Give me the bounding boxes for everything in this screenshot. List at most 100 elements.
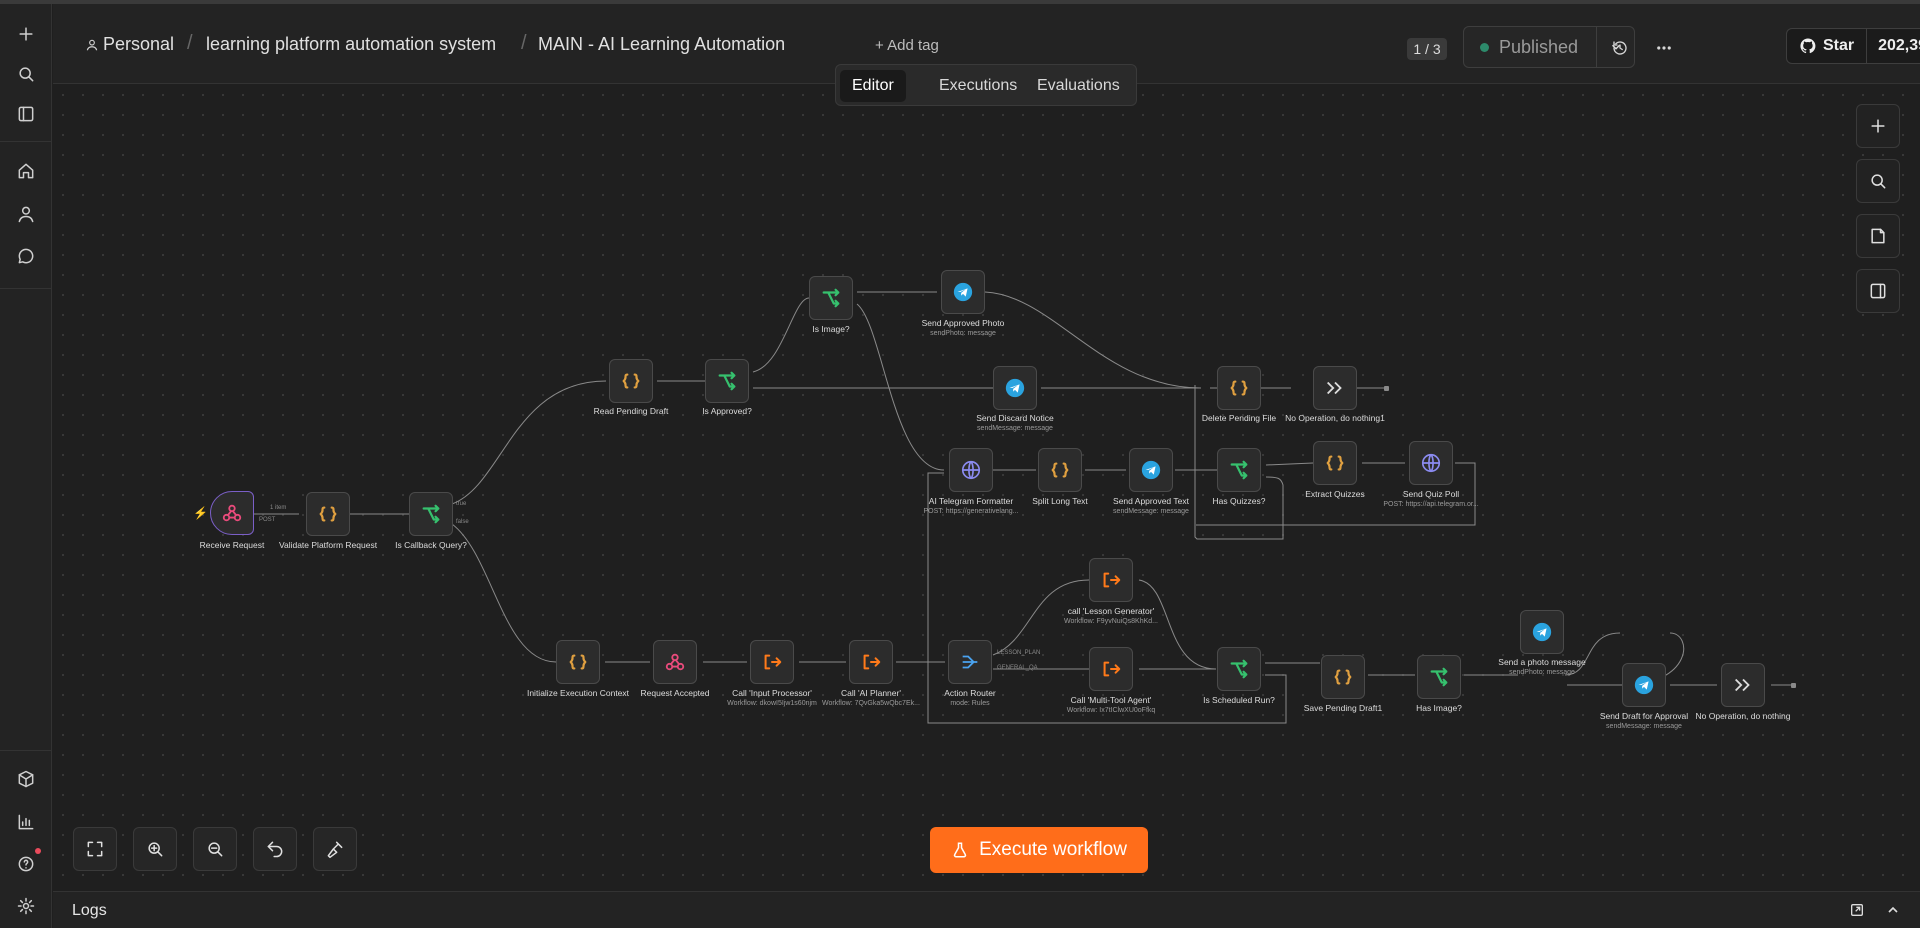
- code-braces-icon: [1230, 380, 1248, 396]
- more-options-icon[interactable]: [1652, 36, 1676, 60]
- node-validate-platform-request[interactable]: [306, 492, 350, 536]
- node-extract-quizzes[interactable]: [1313, 441, 1357, 485]
- globe-icon: [1421, 453, 1441, 473]
- toggle-panel-button[interactable]: [1856, 269, 1900, 313]
- node-call-multi-tool-agent[interactable]: [1089, 647, 1133, 691]
- add-tag-button[interactable]: + Add tag: [875, 37, 939, 54]
- breadcrumb-owner[interactable]: Personal: [103, 34, 174, 55]
- node-has-quizzes[interactable]: [1217, 448, 1261, 492]
- github-star-label: Star: [1822, 37, 1855, 54]
- sticky-note-button[interactable]: [1856, 214, 1900, 258]
- node-send-approved-text[interactable]: [1129, 448, 1173, 492]
- node-initialize-execution-context[interactable]: [556, 640, 600, 684]
- execute-workflow-icon: [863, 654, 881, 670]
- node-send-draft-for-approval[interactable]: [1622, 663, 1666, 707]
- node-call-ai-planner[interactable]: [849, 640, 893, 684]
- node-no-operation[interactable]: [1721, 663, 1765, 707]
- node-request-accepted[interactable]: [653, 640, 697, 684]
- node-send-approved-photo[interactable]: [941, 270, 985, 314]
- node-send-quiz-poll[interactable]: [1409, 441, 1453, 485]
- arrow-right-icon: [1735, 678, 1750, 692]
- node-subtitle: POST: https://api.telegram.or...: [1383, 501, 1479, 508]
- help-icon[interactable]: [14, 852, 38, 876]
- node-is-callback-query[interactable]: [409, 492, 453, 536]
- chat-icon[interactable]: [14, 244, 38, 268]
- node-label: Action Router: [944, 688, 996, 698]
- route-lesson-plan-label: LESSON_PLAN: [997, 650, 1041, 656]
- owner-user-icon: [85, 38, 99, 57]
- node-no-operation-1[interactable]: [1313, 366, 1357, 410]
- node-label: No Operation, do nothing: [1695, 711, 1791, 721]
- breadcrumb-project[interactable]: learning platform automation system: [206, 34, 496, 55]
- zoom-in-button[interactable]: [133, 827, 177, 871]
- tidy-up-button[interactable]: [313, 827, 357, 871]
- node-subtitle: sendMessage: message: [1606, 723, 1682, 730]
- node-receive-request[interactable]: [210, 491, 254, 535]
- node-delete-pending-file[interactable]: [1217, 366, 1261, 410]
- user-icon[interactable]: [14, 202, 38, 226]
- tab-editor[interactable]: Editor: [840, 70, 906, 102]
- n8n-app: Personal / learning platform automation …: [0, 0, 1920, 928]
- telegram-icon: [953, 282, 973, 302]
- execute-workflow-button[interactable]: Execute workflow: [930, 827, 1148, 873]
- telegram-icon: [1634, 675, 1654, 695]
- chevron-up-icon[interactable]: [1885, 902, 1901, 923]
- node-split-long-text[interactable]: [1038, 448, 1082, 492]
- node-subtitle: sendMessage: message: [1113, 508, 1189, 515]
- broom-icon: [327, 841, 343, 859]
- node-ai-telegram-formatter[interactable]: [949, 448, 993, 492]
- workflow-name[interactable]: MAIN - AI Learning Automation: [538, 34, 785, 55]
- workflow-canvas[interactable]: ⚡ Receive Request 1 item POST Validate P…: [53, 85, 1920, 891]
- breadcrumb-separator: /: [521, 32, 527, 54]
- branch-false-label: false: [456, 519, 469, 525]
- node-is-scheduled-run[interactable]: [1217, 647, 1261, 691]
- end-connector[interactable]: [1791, 683, 1796, 688]
- settings-gear-icon[interactable]: [14, 894, 38, 918]
- node-send-photo-message[interactable]: [1520, 610, 1564, 654]
- node-save-pending-draft1[interactable]: [1321, 655, 1365, 699]
- telegram-icon: [1532, 622, 1552, 642]
- zoom-out-icon: [208, 842, 223, 857]
- view-tabs: Editor Executions Evaluations: [835, 64, 1137, 106]
- switch-router-icon: [962, 655, 978, 669]
- panel-toggle-icon[interactable]: [14, 102, 38, 126]
- search-nodes-button[interactable]: [1856, 159, 1900, 203]
- node-is-approved[interactable]: [705, 359, 749, 403]
- github-star-count: 202,397: [1878, 37, 1920, 54]
- status-dot: [1480, 42, 1489, 52]
- logs-panel-bar[interactable]: Logs: [53, 891, 1920, 928]
- node-action-router[interactable]: [948, 640, 992, 684]
- templates-icon[interactable]: [14, 767, 38, 791]
- reset-zoom-button[interactable]: [253, 827, 297, 871]
- left-sidebar: [0, 4, 52, 928]
- insights-icon[interactable]: [14, 810, 38, 834]
- node-has-image[interactable]: [1417, 655, 1461, 699]
- code-braces-icon: [1334, 669, 1352, 685]
- github-star-widget: Star 202,397: [1786, 28, 1920, 64]
- node-label: Is Image?: [812, 324, 850, 334]
- sidebar-divider: [0, 750, 52, 751]
- add-node-button[interactable]: [1856, 104, 1900, 148]
- node-call-input-processor[interactable]: [750, 640, 794, 684]
- node-call-lesson-generator[interactable]: [1089, 558, 1133, 602]
- node-send-discard-notice[interactable]: [993, 366, 1037, 410]
- flask-icon: [953, 842, 967, 858]
- published-label: Published: [1499, 36, 1579, 57]
- node-is-image[interactable]: [809, 276, 853, 320]
- fit-view-button[interactable]: [73, 827, 117, 871]
- node-label: Send Quiz Poll: [1402, 489, 1460, 499]
- node-read-pending-draft[interactable]: [609, 359, 653, 403]
- published-status-button[interactable]: Published: [1464, 27, 1596, 67]
- code-braces-icon: [1051, 462, 1069, 478]
- home-icon[interactable]: [14, 159, 38, 183]
- end-connector[interactable]: [1384, 386, 1389, 391]
- tab-executions[interactable]: Executions: [927, 70, 1029, 102]
- history-icon[interactable]: [1608, 36, 1632, 60]
- zoom-out-button[interactable]: [193, 827, 237, 871]
- pop-out-icon[interactable]: [1849, 902, 1865, 923]
- plus-icon[interactable]: [14, 22, 38, 46]
- search-icon[interactable]: [14, 62, 38, 86]
- panel-right-icon: [1870, 283, 1886, 299]
- tab-evaluations[interactable]: Evaluations: [1025, 70, 1132, 102]
- github-star-button[interactable]: Star: [1787, 29, 1867, 63]
